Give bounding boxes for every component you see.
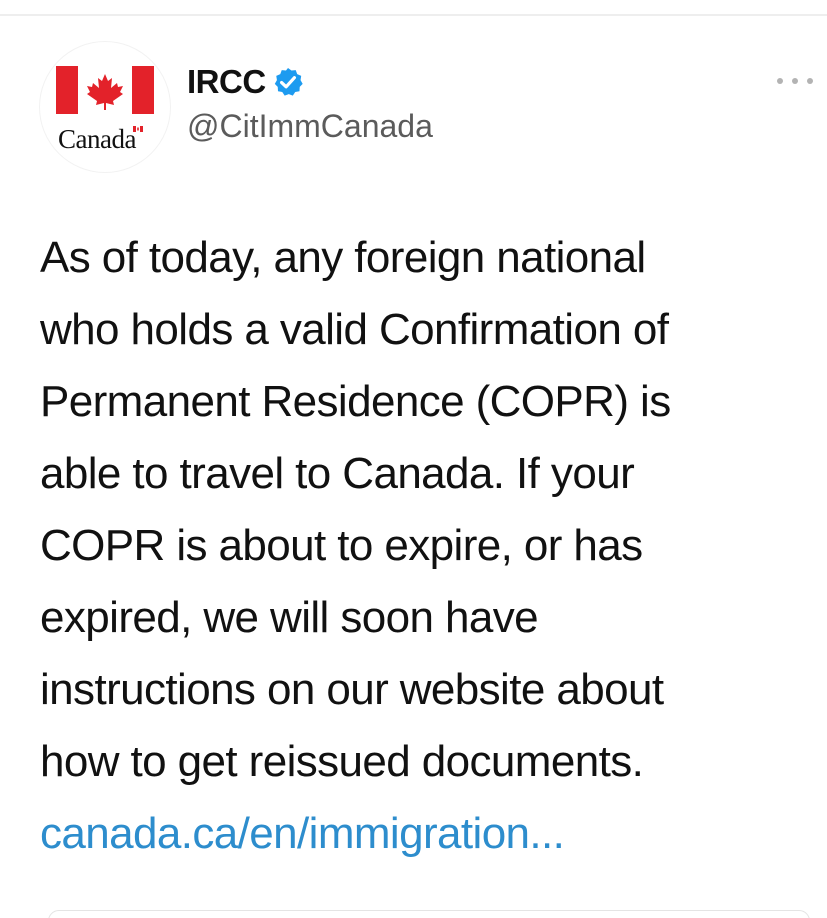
more-dot bbox=[777, 78, 783, 84]
tweet-line: able to travel to Canada. If your bbox=[40, 449, 635, 498]
tweet-line: Permanent Residence (COPR) is bbox=[40, 377, 671, 426]
tweet-line: expired, we will soon have bbox=[40, 593, 539, 642]
more-dot bbox=[807, 78, 813, 84]
canada-flag-icon bbox=[56, 66, 154, 114]
more-options-icon[interactable] bbox=[777, 76, 813, 86]
tweet-link[interactable]: canada.ca/en/immigration... bbox=[40, 798, 810, 870]
wordmark-flag-icon bbox=[133, 126, 143, 132]
more-dot bbox=[792, 78, 798, 84]
tweet-text: As of today, any foreign national who ho… bbox=[40, 222, 810, 870]
display-name[interactable]: IRCC bbox=[187, 63, 266, 101]
tweet-line: instructions on our website about bbox=[40, 665, 664, 714]
avatar-wordmark: Canada bbox=[58, 124, 136, 154]
tweet-line: who holds a valid Confirmation of bbox=[40, 305, 669, 354]
tweet-line: As of today, any foreign national bbox=[40, 233, 646, 282]
avatar[interactable]: Canada bbox=[40, 42, 170, 172]
link-preview-card[interactable] bbox=[48, 910, 810, 918]
author-name-row[interactable]: IRCC bbox=[187, 62, 304, 102]
tweet-line: COPR is about to expire, or has bbox=[40, 521, 643, 570]
tweet-line: how to get reissued documents. bbox=[40, 737, 644, 786]
verified-badge-icon bbox=[274, 68, 303, 96]
top-divider bbox=[0, 14, 827, 16]
user-handle[interactable]: @CitImmCanada bbox=[187, 108, 433, 145]
tweet-page: Canada IRCC @CitImmCanada As of today, a… bbox=[0, 0, 827, 918]
